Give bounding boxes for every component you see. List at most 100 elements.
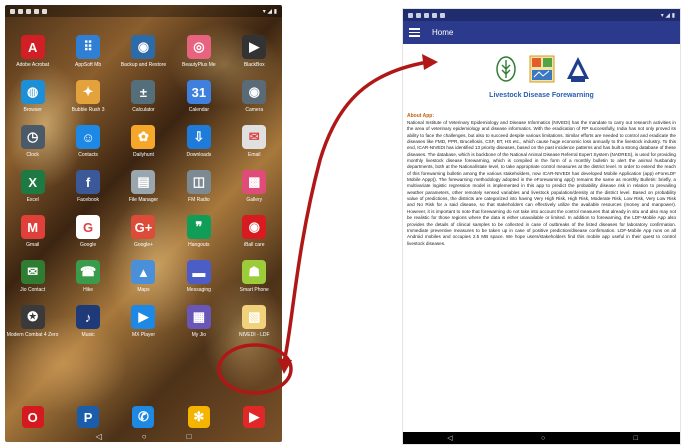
status-bar: ▾ ◢ ▮	[403, 9, 680, 21]
jio-contact-icon: ✉	[20, 260, 45, 284]
app-label: Downloads	[186, 152, 212, 158]
hangouts-icon: ❞	[186, 215, 211, 239]
app-bar: Home	[403, 21, 680, 44]
app-music[interactable]: ♪ Music	[60, 305, 115, 350]
institute-emblem-icon	[565, 54, 591, 84]
app-downloads[interactable]: ⇩ Downloads	[171, 125, 226, 170]
apps-grid-icon: ▦	[186, 305, 211, 329]
youtube-icon[interactable]: ▶	[243, 406, 266, 428]
app-hangouts[interactable]: ❞ Hangouts	[171, 215, 226, 260]
app-beautyplus-me[interactable]: ◎ BeautyPlus Me	[171, 35, 226, 80]
app-label: Excel	[26, 197, 39, 203]
app-drawer-grid: A Adobe Acrobat ⠿ AppSoft Mb ◉ Backup and Res…	[5, 35, 282, 350]
composite-screenshot: ▾ ◢ ▮ A Adobe Acrobat ⠿ AppSoft Mb ◉ Backup a…	[0, 0, 687, 445]
app-gallery[interactable]: ▩ Gallery	[227, 170, 282, 215]
status-right-icons: ▾ ◢ ▮	[660, 12, 675, 19]
status-right-icons: ▾ ◢ ▮	[262, 8, 277, 15]
app-mx-player[interactable]: ▶ MX Player	[116, 305, 171, 350]
gmail-icon: M	[20, 215, 45, 239]
app-label: Music	[81, 332, 95, 338]
app-calendar[interactable]: 31 Calendar	[171, 80, 226, 125]
app-label: Camera	[245, 107, 264, 113]
app-adobe-acrobat[interactable]: A Adobe Acrobat	[5, 35, 60, 80]
folder-icon: ▤	[131, 170, 156, 194]
email-icon: ✉	[242, 125, 267, 149]
app-file-manager[interactable]: ▤ File Manager	[116, 170, 171, 215]
app-messaging[interactable]: ▬ Messaging	[171, 260, 226, 305]
recent-apps-button[interactable]: □	[634, 435, 638, 442]
app-label: Smart Phone	[239, 287, 269, 293]
app-backup-and-restore[interactable]: ◉ Backup and Restore	[116, 35, 171, 80]
app-label: Maps	[137, 287, 150, 293]
app-hike[interactable]: ☎ Hike	[60, 260, 115, 305]
back-button[interactable]: ◁	[96, 432, 102, 441]
app-nivedi-ldf[interactable]: ▧ NIVEDI - LDF	[227, 305, 282, 350]
app-label: Backup and Restore	[120, 62, 167, 68]
app-appsoft-mb[interactable]: ⠿ AppSoft Mb	[60, 35, 115, 80]
app-fm-radio[interactable]: ◫ FM Radio	[171, 170, 226, 215]
care-icon: ◉	[242, 215, 267, 239]
back-button[interactable]: ◁	[447, 434, 452, 442]
app-email[interactable]: ✉ Email	[227, 125, 282, 170]
app-jio-contact[interactable]: ✉ Jio Contact	[5, 260, 60, 305]
app-gmail[interactable]: M Gmail	[5, 215, 60, 260]
android-icon: ☗	[242, 260, 267, 284]
game-icon: ✦	[76, 80, 101, 104]
app-label: BeautyPlus Me	[182, 62, 216, 68]
phone-icon[interactable]: ✆	[132, 406, 155, 428]
music-icon: ♪	[76, 305, 101, 329]
photos-icon[interactable]: ✻	[187, 406, 210, 428]
app-dailyhunt[interactable]: ✿ Dailyhunt	[116, 125, 171, 170]
app-title: Livestock Disease Forewarning	[489, 92, 594, 99]
app-label: Jio Contact	[20, 287, 46, 293]
status-bar: ▾ ◢ ▮	[5, 5, 282, 17]
app-label: NIVEDI - LDF	[238, 332, 270, 338]
opera-icon[interactable]: O	[21, 406, 44, 428]
dock: O P ✆ ✻ ▶	[5, 403, 282, 431]
calculator-icon: ±	[131, 80, 156, 104]
about-text: National Institute of Veterinary Epidemi…	[407, 120, 676, 246]
app-label: Bubble Rush 3	[71, 107, 105, 113]
icar-logo-icon	[493, 54, 519, 84]
navigation-bar: ◁ ○ □	[403, 432, 680, 444]
app-modern-combat-4-zero-hour[interactable]: ✪ Modern Combat 4 Zero Hour	[5, 305, 60, 350]
nivedi-app-icon: ▧	[242, 305, 267, 329]
camera-icon: ◎	[186, 35, 211, 59]
google-icon: G	[76, 215, 101, 239]
app-browser[interactable]: ◍ Browser	[5, 80, 60, 125]
app-my-jio[interactable]: ▦ My Jio	[171, 305, 226, 350]
app-google[interactable]: G Google	[60, 215, 115, 260]
camera-icon: ◉	[242, 80, 267, 104]
download-icon: ⇩	[186, 125, 211, 149]
app-contacts[interactable]: ☺ Contacts	[60, 125, 115, 170]
app-bubble-rush-3[interactable]: ✦ Bubble Rush 3	[60, 80, 115, 125]
app-google[interactable]: G+ Google+	[116, 215, 171, 260]
app-excel[interactable]: X Excel	[5, 170, 60, 215]
app-label: File Manager	[128, 197, 159, 203]
app-blackbox[interactable]: ▶ BlackBox	[227, 35, 282, 80]
app-clock[interactable]: ◷ Clock	[5, 125, 60, 170]
menu-icon[interactable]	[409, 28, 420, 37]
recent-apps-button[interactable]: □	[187, 432, 192, 441]
app-label: Gallery	[246, 197, 263, 203]
app-label: Facebook	[77, 197, 100, 203]
paytm-icon[interactable]: P	[77, 406, 100, 428]
app-maps[interactable]: ▲ Maps	[116, 260, 171, 305]
home-button[interactable]: ○	[541, 435, 545, 442]
home-button[interactable]: ○	[142, 432, 147, 441]
maps-icon: ▲	[131, 260, 156, 284]
navigation-bar: ◁ ○ □	[5, 430, 282, 442]
app-phone-screen: ▾ ◢ ▮ Home Livestock Disease Forewarning…	[402, 8, 681, 445]
app-label: Adobe Acrobat	[16, 62, 50, 68]
app-facebook[interactable]: f Facebook	[60, 170, 115, 215]
mx-player-icon: ▶	[131, 305, 156, 329]
app-smart-phone[interactable]: ☗ Smart Phone	[227, 260, 282, 305]
app-iball-care[interactable]: ◉ iBall care	[227, 215, 282, 260]
app-label: Calendar	[188, 107, 209, 113]
app-calculator[interactable]: ± Calculator	[116, 80, 171, 125]
app-label: Modern Combat 4 Zero Hour	[6, 332, 59, 338]
clock-icon: ◷	[20, 125, 45, 149]
app-camera[interactable]: ◉ Camera	[227, 80, 282, 125]
dots-grid-icon: ⠿	[76, 35, 101, 59]
app-label: Google+	[133, 242, 153, 248]
